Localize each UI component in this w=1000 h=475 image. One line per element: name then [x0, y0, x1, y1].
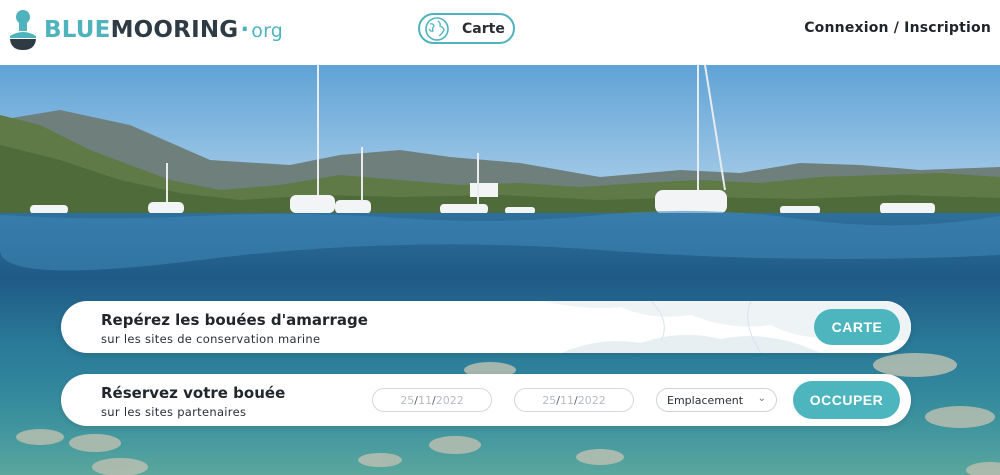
locate-card-subtitle: sur les sites de conservation marine: [101, 332, 321, 346]
logo-org-word: org: [251, 20, 284, 42]
book-buoy-card: Réservez votre bouée sur les sites parte…: [61, 374, 911, 426]
arrival-day: 25: [400, 393, 415, 407]
departure-year: 2022: [577, 393, 606, 407]
book-button[interactable]: OCCUPER: [793, 381, 900, 419]
hero-banner: Repérez les bouées d'amarrage sur les si…: [0, 65, 1000, 475]
arrival-date-input[interactable]: 25/11/2022: [372, 388, 492, 412]
site-header: BLUEMOORING· org Carte Connexion / Inscri…: [0, 0, 1000, 65]
location-select[interactable]: Emplacement ⌄: [656, 388, 777, 412]
departure-date-input[interactable]: 25/11/2022: [514, 388, 634, 412]
locate-buoys-card: Repérez les bouées d'amarrage sur les si…: [61, 301, 911, 353]
arrival-month: 11: [418, 393, 432, 407]
logo-dot: ·: [240, 17, 250, 43]
map-tab-button[interactable]: Carte: [418, 13, 515, 44]
departure-month: 11: [560, 393, 574, 407]
map-button[interactable]: CARTE: [814, 309, 900, 345]
location-select-value: Emplacement: [667, 393, 744, 407]
departure-day: 25: [542, 393, 557, 407]
logo-mooring-word: MOORING: [110, 17, 239, 43]
logo-blue-word: BLUE: [44, 17, 111, 43]
globe-icon: [425, 16, 449, 41]
mooring-buoy-icon: [10, 10, 36, 50]
map-tab-label: Carte: [462, 20, 505, 37]
locate-card-title: Repérez les bouées d'amarrage: [101, 311, 368, 329]
site-logo[interactable]: BLUEMOORING· org: [8, 8, 283, 50]
arrival-year: 2022: [435, 393, 464, 407]
book-card-title: Réservez votre bouée: [101, 384, 286, 402]
login-signup-link[interactable]: Connexion / Inscription: [804, 20, 991, 36]
chevron-down-icon: ⌄: [757, 393, 766, 404]
book-card-subtitle: sur les sites partenaires: [101, 405, 247, 419]
logo-text: BLUEMOORING· org: [44, 17, 283, 43]
